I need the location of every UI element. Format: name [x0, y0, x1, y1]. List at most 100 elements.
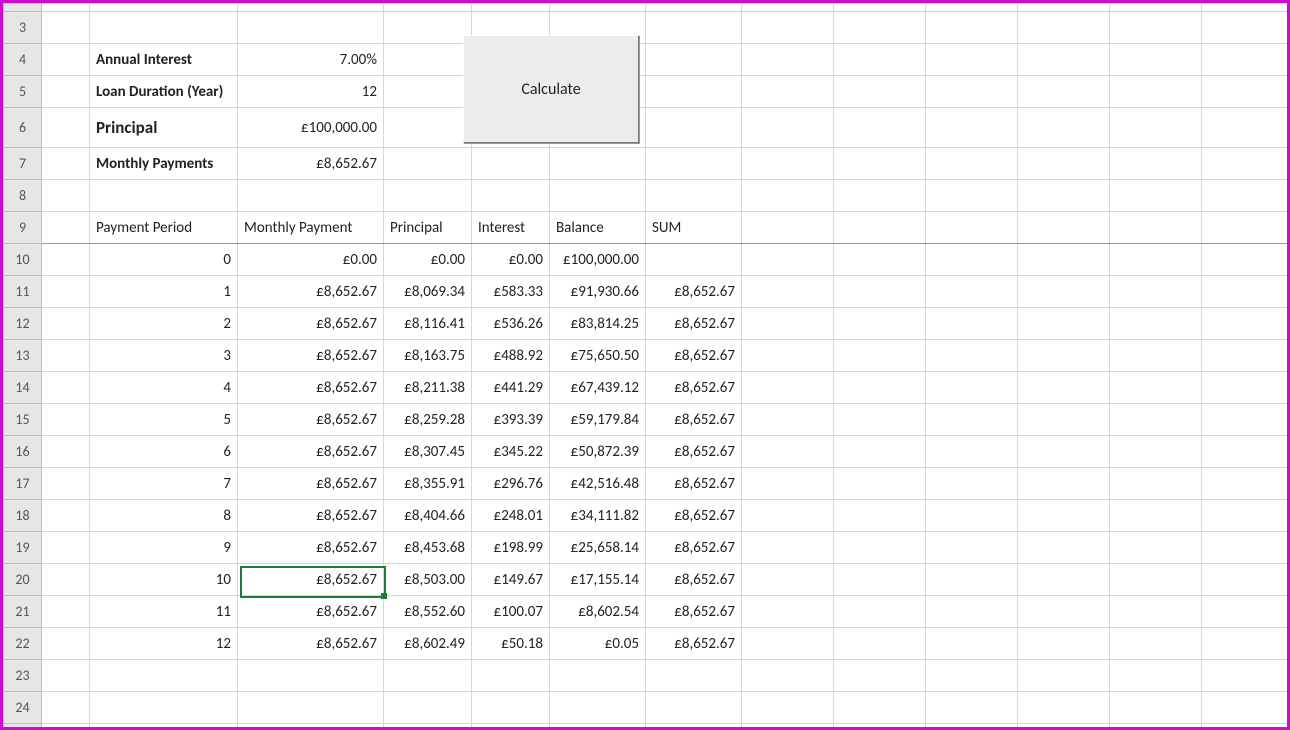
cell-principal[interactable]: £8,404.66: [384, 500, 472, 532]
cell-principal[interactable]: £8,552.60: [384, 596, 472, 628]
cell-sum[interactable]: £8,652.67: [646, 468, 742, 500]
cell-period[interactable]: 11: [90, 596, 238, 628]
cell-principal[interactable]: £8,211.38: [384, 372, 472, 404]
cell-balance[interactable]: £100,000.00: [550, 244, 646, 276]
cell-period[interactable]: 12: [90, 628, 238, 660]
cell-interest[interactable]: £50.18: [472, 628, 550, 660]
row-header[interactable]: 23: [4, 660, 42, 692]
cell-balance[interactable]: £17,155.14: [550, 564, 646, 596]
cell-sum[interactable]: £8,652.67: [646, 564, 742, 596]
cell-interest[interactable]: £536.26: [472, 308, 550, 340]
cell-monthly[interactable]: £8,652.67: [238, 436, 384, 468]
row-header[interactable]: 9: [4, 212, 42, 244]
cell-interest[interactable]: £296.76: [472, 468, 550, 500]
cell-principal[interactable]: £8,602.49: [384, 628, 472, 660]
cell-principal[interactable]: £8,355.91: [384, 468, 472, 500]
row-header[interactable]: 19: [4, 532, 42, 564]
cell-monthly[interactable]: £8,652.67: [238, 532, 384, 564]
cell-principal[interactable]: £8,116.41: [384, 308, 472, 340]
cell-sum[interactable]: £8,652.67: [646, 532, 742, 564]
cell-sum[interactable]: £8,652.67: [646, 276, 742, 308]
cell-sum[interactable]: £8,652.67: [646, 500, 742, 532]
cell-period[interactable]: 9: [90, 532, 238, 564]
cell-sum[interactable]: £8,652.67: [646, 628, 742, 660]
cell-balance[interactable]: £91,930.66: [550, 276, 646, 308]
row-header[interactable]: 15: [4, 404, 42, 436]
cell-sum[interactable]: £8,652.67: [646, 340, 742, 372]
cell-interest[interactable]: £100.07: [472, 596, 550, 628]
cell-monthly[interactable]: £8,652.67: [238, 500, 384, 532]
cell-monthly[interactable]: £8,652.67: [238, 564, 384, 596]
annual-interest-value[interactable]: 7.00%: [238, 44, 384, 76]
cell-monthly[interactable]: £0.00: [238, 244, 384, 276]
row-header[interactable]: 22: [4, 628, 42, 660]
row-header[interactable]: 17: [4, 468, 42, 500]
cell-balance[interactable]: £67,439.12: [550, 372, 646, 404]
row-header[interactable]: 24: [4, 692, 42, 724]
cell-interest[interactable]: £0.00: [472, 244, 550, 276]
row-header[interactable]: 18: [4, 500, 42, 532]
cell-period[interactable]: 5: [90, 404, 238, 436]
loan-duration-value[interactable]: 12: [238, 76, 384, 108]
cell-principal[interactable]: £8,307.45: [384, 436, 472, 468]
row-header[interactable]: 12: [4, 308, 42, 340]
row-header[interactable]: 4: [4, 44, 42, 76]
cell-sum[interactable]: £8,652.67: [646, 404, 742, 436]
cell-balance[interactable]: £34,111.82: [550, 500, 646, 532]
row-header[interactable]: 21: [4, 596, 42, 628]
cell-balance[interactable]: £8,602.54: [550, 596, 646, 628]
cell-period[interactable]: 10: [90, 564, 238, 596]
cell-monthly[interactable]: £8,652.67: [238, 404, 384, 436]
row-header[interactable]: 5: [4, 76, 42, 108]
row-header[interactable]: 11: [4, 276, 42, 308]
row-header[interactable]: 14: [4, 372, 42, 404]
cell-monthly[interactable]: £8,652.67: [238, 340, 384, 372]
cell-sum[interactable]: £8,652.67: [646, 596, 742, 628]
cell-principal[interactable]: £0.00: [384, 244, 472, 276]
cell-period[interactable]: 4: [90, 372, 238, 404]
cell-principal[interactable]: £8,163.75: [384, 340, 472, 372]
cell-interest[interactable]: £248.01: [472, 500, 550, 532]
cell-balance[interactable]: £42,516.48: [550, 468, 646, 500]
cell-principal[interactable]: £8,069.34: [384, 276, 472, 308]
cell-balance[interactable]: £25,658.14: [550, 532, 646, 564]
cell-sum[interactable]: £8,652.67: [646, 308, 742, 340]
row-header[interactable]: 8: [4, 180, 42, 212]
cell-period[interactable]: 1: [90, 276, 238, 308]
cell-period[interactable]: 2: [90, 308, 238, 340]
principal-value[interactable]: £100,000.00: [238, 108, 384, 148]
cell-interest[interactable]: £198.99: [472, 532, 550, 564]
row-header[interactable]: 10: [4, 244, 42, 276]
cell-interest[interactable]: £583.33: [472, 276, 550, 308]
cell-balance[interactable]: £83,814.25: [550, 308, 646, 340]
cell-balance[interactable]: £75,650.50: [550, 340, 646, 372]
cell-interest[interactable]: £441.29: [472, 372, 550, 404]
cell-monthly[interactable]: £8,652.67: [238, 596, 384, 628]
cell-interest[interactable]: £149.67: [472, 564, 550, 596]
cell-monthly[interactable]: £8,652.67: [238, 308, 384, 340]
calculate-button[interactable]: Calculate: [463, 35, 639, 143]
cell-period[interactable]: 7: [90, 468, 238, 500]
cell-balance[interactable]: £59,179.84: [550, 404, 646, 436]
row-header[interactable]: 13: [4, 340, 42, 372]
cell-sum[interactable]: [646, 244, 742, 276]
row-header[interactable]: 6: [4, 108, 42, 148]
row-header[interactable]: 7: [4, 148, 42, 180]
cell-interest[interactable]: £345.22: [472, 436, 550, 468]
cell-principal[interactable]: £8,259.28: [384, 404, 472, 436]
cell-sum[interactable]: £8,652.67: [646, 436, 742, 468]
cell-period[interactable]: 8: [90, 500, 238, 532]
cell-period[interactable]: 3: [90, 340, 238, 372]
cell-principal[interactable]: £8,503.00: [384, 564, 472, 596]
spreadsheet-grid[interactable]: 3 4 Annual Interest 7.00% 5 Loan Duratio…: [3, 3, 1290, 730]
cell-monthly[interactable]: £8,652.67: [238, 276, 384, 308]
cell-interest[interactable]: £393.39: [472, 404, 550, 436]
row-header[interactable]: 3: [4, 12, 42, 44]
row-header[interactable]: 20: [4, 564, 42, 596]
cell-period[interactable]: 0: [90, 244, 238, 276]
monthly-payments-value[interactable]: £8,652.67: [238, 148, 384, 180]
cell-sum[interactable]: £8,652.67: [646, 372, 742, 404]
cell-period[interactable]: 6: [90, 436, 238, 468]
cell-monthly[interactable]: £8,652.67: [238, 372, 384, 404]
cell-balance[interactable]: £0.05: [550, 628, 646, 660]
